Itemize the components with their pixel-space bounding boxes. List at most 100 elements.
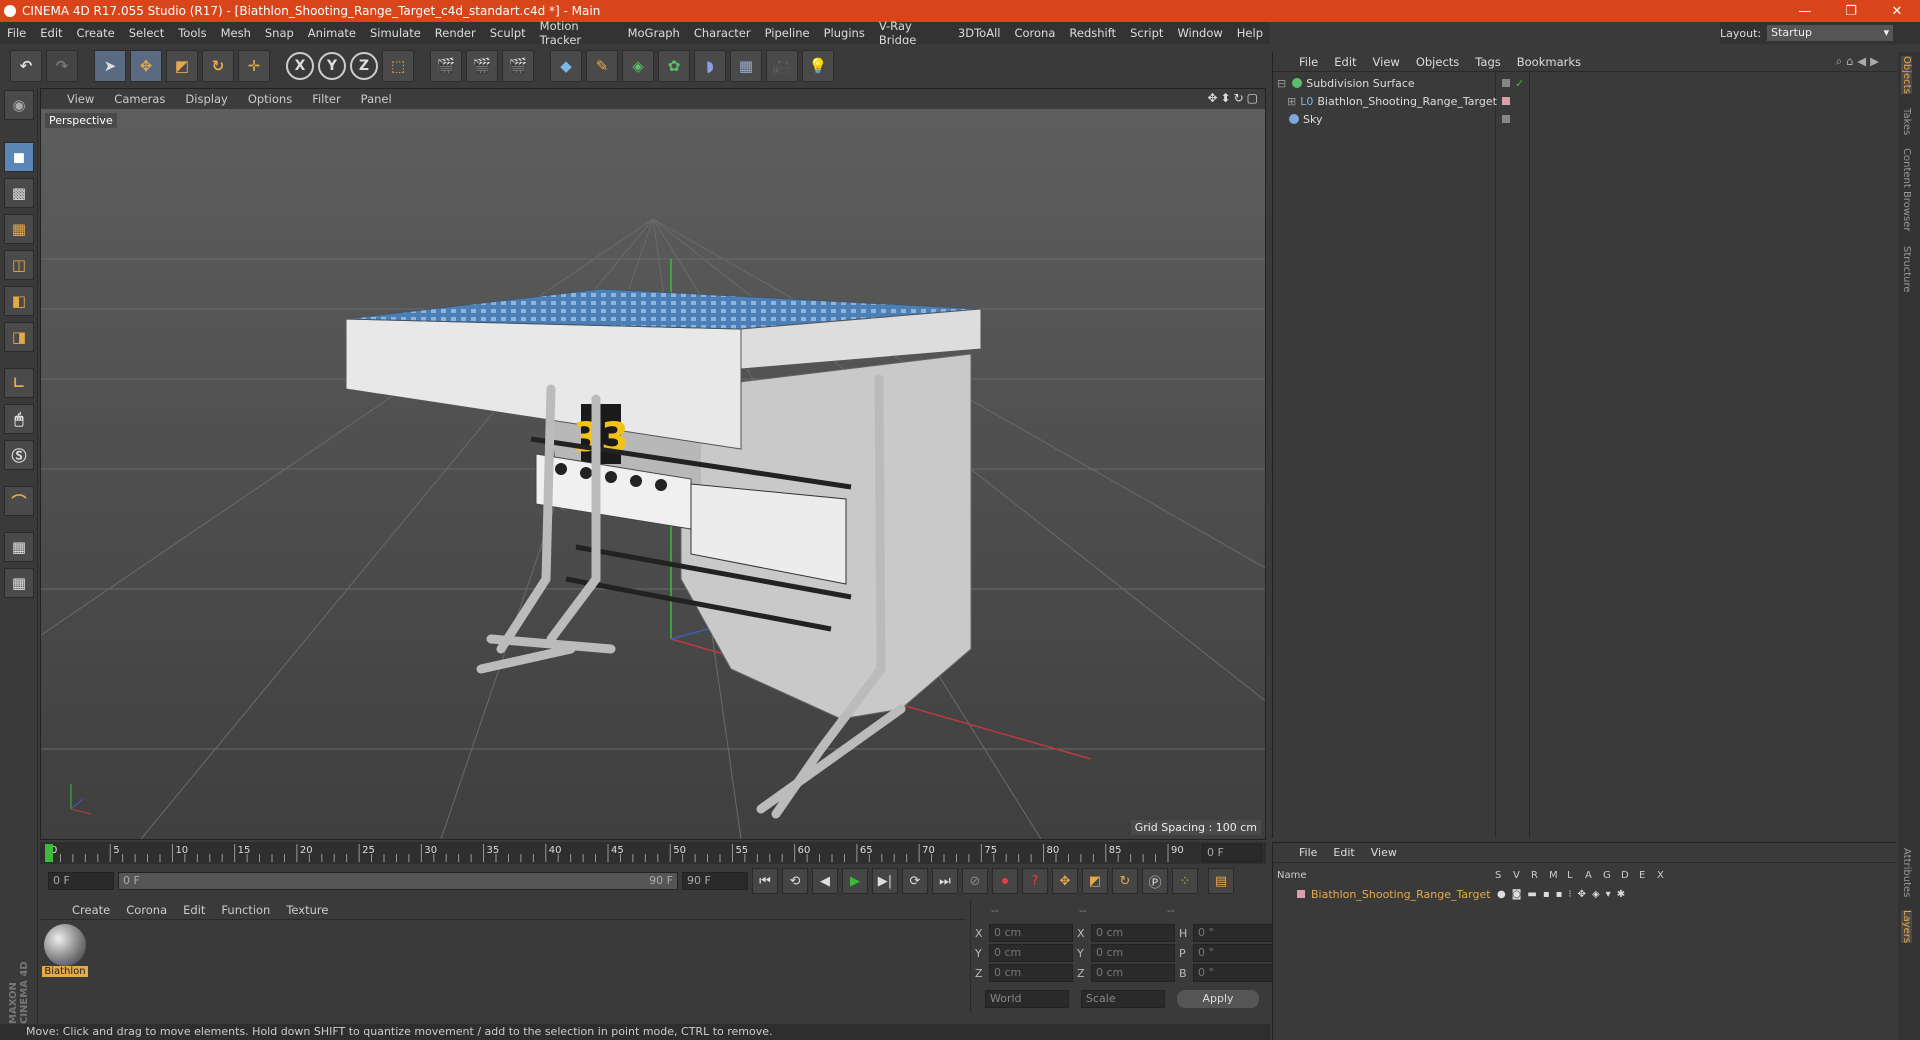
x-axis-lock-icon[interactable]: X <box>286 52 314 80</box>
coord-system-dropdown[interactable]: World <box>985 990 1069 1008</box>
texture-mode-icon[interactable]: ▩ <box>4 178 34 208</box>
menu-mograph[interactable]: MoGraph <box>621 26 687 40</box>
planar-workplane-icon[interactable]: ▦ <box>4 568 34 598</box>
magnet-icon[interactable]: ⌒ <box>4 486 34 516</box>
goto-end-icon[interactable]: ⏭ <box>932 868 958 894</box>
menu-create[interactable]: Create <box>70 26 122 40</box>
tab-objects[interactable]: Objects <box>1901 56 1912 94</box>
end-frame-field[interactable]: 90 F <box>682 872 748 890</box>
autokey-icon[interactable]: ? <box>1022 868 1048 894</box>
coordinate-system-icon[interactable]: ⬚ <box>382 50 414 82</box>
menu-script[interactable]: Script <box>1123 26 1170 40</box>
menu-corona[interactable]: Corona <box>1007 26 1062 40</box>
render-settings-icon[interactable]: 🎬 <box>502 50 534 82</box>
edges-mode-icon[interactable]: ◧ <box>4 286 34 316</box>
timeline-window-icon[interactable]: ▤ <box>1208 868 1234 894</box>
key-pla-icon[interactable]: ⁘ <box>1172 868 1198 894</box>
rot-p-field[interactable]: 0 ° <box>1193 944 1273 962</box>
rot-b-field[interactable]: 0 ° <box>1193 964 1273 982</box>
render-view-icon[interactable]: 🎬 <box>430 50 462 82</box>
viewport-menu-filter[interactable]: Filter <box>302 92 350 106</box>
layer-color-swatch[interactable] <box>1297 890 1305 898</box>
menu-mesh[interactable]: Mesh <box>214 26 258 40</box>
camera-icon[interactable]: 🎥 <box>766 50 798 82</box>
expand-icon[interactable]: ⊞ <box>1287 95 1296 108</box>
tab-layers[interactable]: Layers <box>1901 910 1912 944</box>
rotate-tool-icon[interactable]: ↻ <box>202 50 234 82</box>
live-selection-icon[interactable]: ➤ <box>94 50 126 82</box>
layer-menu-file[interactable]: File <box>1291 846 1325 859</box>
menu-pipeline[interactable]: Pipeline <box>758 26 817 40</box>
obj-manager-nav-icons[interactable]: ⌕⌂◀▶ <box>1828 54 1891 69</box>
object-visibility-icon[interactable] <box>1502 115 1510 123</box>
size-y-field[interactable]: 0 cm <box>1091 944 1175 962</box>
object-row-subdivision[interactable]: ⊟ Subdivision Surface ✓ <box>1273 74 1897 92</box>
z-axis-lock-icon[interactable]: Z <box>350 52 378 80</box>
object-row-sky[interactable]: Sky <box>1273 110 1897 128</box>
viewport-menu-view[interactable]: View <box>57 92 104 106</box>
undo-icon[interactable]: ↶ <box>10 50 42 82</box>
menu-file[interactable]: File <box>0 26 33 40</box>
viewport-menu-cameras[interactable]: Cameras <box>104 92 175 106</box>
subdivision-surface-icon[interactable]: ◈ <box>622 50 654 82</box>
menu-animate[interactable]: Animate <box>301 26 363 40</box>
collapse-icon[interactable]: ⊟ <box>1277 77 1286 90</box>
menu-render[interactable]: Render <box>428 26 483 40</box>
size-x-field[interactable]: 0 cm <box>1091 924 1175 942</box>
coord-mode-dropdown[interactable]: Scale <box>1081 990 1165 1008</box>
light-icon[interactable]: 💡 <box>802 50 834 82</box>
obj-menu-file[interactable]: File <box>1291 55 1326 69</box>
menu-plugins[interactable]: Plugins <box>817 26 872 40</box>
deformer-icon[interactable]: ◗ <box>694 50 726 82</box>
preview-range-slider[interactable]: 0 F 90 F <box>118 872 678 890</box>
start-frame-field[interactable]: 0 F <box>48 872 114 890</box>
timeline-ruler[interactable]: 0 5 10 15 20 25 30 35 40 45 50 55 60 65 70 75 80 85 90 0 F <box>40 842 1266 864</box>
menu-simulate[interactable]: Simulate <box>363 26 428 40</box>
layer-row[interactable]: Biathlon_Shooting_Range_Target ●◙▬▪▪⁝✥◈▾… <box>1273 885 1897 903</box>
next-keyframe-icon[interactable]: ⟳ <box>902 868 928 894</box>
current-frame-field[interactable]: 0 F <box>1202 844 1262 862</box>
menu-tools[interactable]: Tools <box>171 26 213 40</box>
key-scale-icon[interactable]: ◩ <box>1082 868 1108 894</box>
menu-3dtoall[interactable]: 3DToAll <box>951 26 1008 40</box>
layer-toggle-icons[interactable]: ●◙▬▪▪⁝✥◈▾✱ <box>1497 889 1631 900</box>
menu-character[interactable]: Character <box>687 26 758 40</box>
tweak-mode-icon[interactable]: 🖱 <box>4 404 34 434</box>
motion-record-icon[interactable]: ⊘ <box>962 868 988 894</box>
move-tool-icon[interactable]: ✥ <box>130 50 162 82</box>
menu-motion-tracker[interactable]: Motion Tracker <box>533 19 621 47</box>
material-menu-corona[interactable]: Corona <box>118 903 175 917</box>
restore-button[interactable]: ❐ <box>1828 4 1874 19</box>
polygons-mode-icon[interactable]: ◨ <box>4 322 34 352</box>
apply-button[interactable]: Apply <box>1177 990 1259 1008</box>
play-icon[interactable]: ▶ <box>842 868 868 894</box>
menu-window[interactable]: Window <box>1170 26 1229 40</box>
material-menu-texture[interactable]: Texture <box>278 903 336 917</box>
material-menu-function[interactable]: Function <box>213 903 278 917</box>
render-picture-viewer-icon[interactable]: 🎬 <box>466 50 498 82</box>
obj-menu-edit[interactable]: Edit <box>1326 55 1364 69</box>
menu-edit[interactable]: Edit <box>33 26 69 40</box>
model-mode-icon[interactable]: ◼ <box>4 142 34 172</box>
tab-structure[interactable]: Structure <box>1901 246 1912 293</box>
snap-icon[interactable]: Ⓢ <box>4 440 34 470</box>
pos-x-field[interactable]: 0 cm <box>989 924 1073 942</box>
layer-color-swatch[interactable] <box>1502 97 1510 105</box>
viewport-menu-options[interactable]: Options <box>238 92 302 106</box>
material-swatch[interactable]: Biathlon <box>42 924 88 982</box>
cloner-icon[interactable]: ✿ <box>658 50 690 82</box>
key-rotation-icon[interactable]: ↻ <box>1112 868 1138 894</box>
record-keys-icon[interactable]: ⏺ <box>992 868 1018 894</box>
enabled-check-icon[interactable]: ✓ <box>1515 77 1524 90</box>
menu-select[interactable]: Select <box>122 26 171 40</box>
viewport-menu-display[interactable]: Display <box>175 92 237 106</box>
layer-menu-view[interactable]: View <box>1363 846 1405 859</box>
pos-y-field[interactable]: 0 cm <box>989 944 1073 962</box>
tab-takes[interactable]: Takes <box>1901 108 1912 135</box>
obj-menu-objects[interactable]: Objects <box>1408 55 1467 69</box>
obj-menu-view[interactable]: View <box>1365 55 1408 69</box>
points-mode-icon[interactable]: ◫ <box>4 250 34 280</box>
tab-attributes[interactable]: Attributes <box>1901 848 1912 897</box>
object-row-target[interactable]: ⊞ L0 Biathlon_Shooting_Range_Target <box>1273 92 1897 110</box>
make-editable-icon[interactable]: ◉ <box>4 90 34 120</box>
